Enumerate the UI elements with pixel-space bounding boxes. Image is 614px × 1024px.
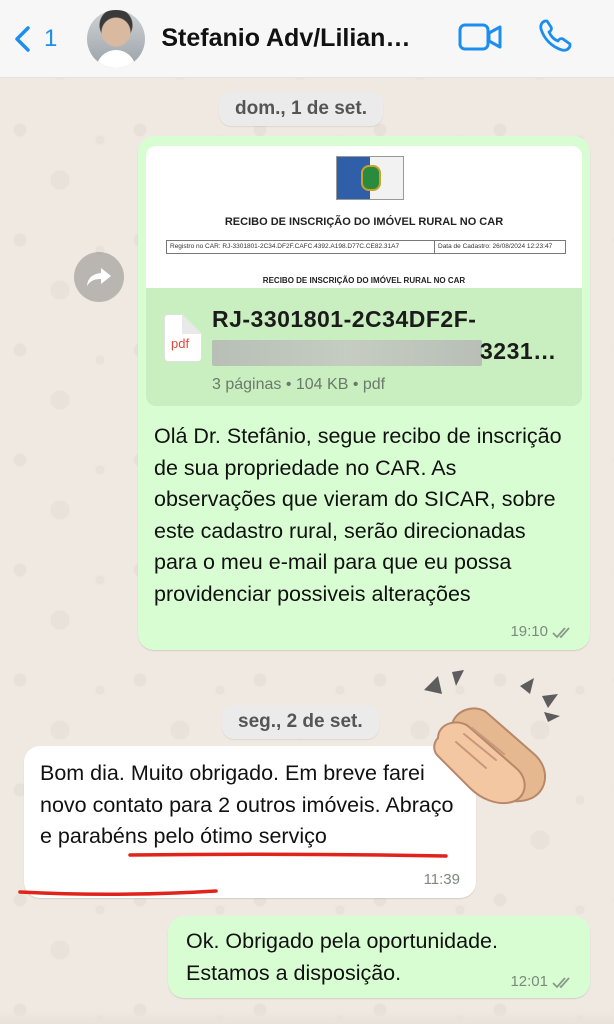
double-check-icon [552,976,570,988]
message-timestamp: 11:39 [423,871,460,888]
file-name-line1: RJ-3301801-2C34DF2F- [212,306,477,332]
message-timestamp: 19:10 [510,623,548,640]
message-bubble-outgoing[interactable]: RECIBO DE INSCRIÇÃO DO IMÓVEL RURAL NO C… [138,136,590,650]
file-meta: 3 páginas • 104 KB • pdf [212,376,386,393]
message-text: Olá Dr. Stefânio, segue recibo de inscri… [154,424,562,606]
contact-name[interactable]: Stefanio Adv/Lilian… [161,24,426,53]
date-cell: Data de Cadastro: 26/08/2024 12:23:47 [438,243,553,250]
document-preview-title: RECIBO DE INSCRIÇÃO DO IMÓVEL RURAL NO C… [224,216,504,228]
forward-button[interactable] [74,252,124,302]
unread-count: 1 [44,24,58,52]
message-time: 19:10 [510,623,574,640]
video-call-icon[interactable] [458,22,502,52]
double-check-icon [552,626,570,638]
document-preview-subtitle: RECIBO DE INSCRIÇÃO DO IMÓVEL RURAL NO C… [262,276,466,285]
pdf-icon: pdf [164,314,202,362]
message-time: 11:39 [424,871,460,888]
forward-icon [87,268,111,286]
phone-icon[interactable] [537,18,573,54]
chat-header: 1 Stefanio Adv/Lilian… [0,0,614,78]
message-time: 12:01 [510,973,574,990]
red-underline-annotation [18,889,218,897]
message-text: Bom dia. Muito obrigado. Em breve farei … [40,761,454,848]
message-bubble-incoming[interactable]: Bom dia. Muito obrigado. Em breve farei … [24,746,476,898]
document-preview-table: Registro no CAR: RJ-3301801-2C34.DF2F.CA… [166,240,566,254]
back-button[interactable]: 1 [10,24,57,54]
file-name-line2: 3231… [480,338,557,364]
avatar[interactable] [87,9,146,68]
message-timestamp: 12:01 [510,973,548,990]
bottom-fade [0,1010,614,1024]
clapping-hands-emoji [424,670,560,804]
date-separator: seg., 2 de set. [222,705,379,739]
document-preview[interactable]: RECIBO DE INSCRIÇÃO DO IMÓVEL RURAL NO C… [146,146,582,304]
registry-cell: Registro no CAR: RJ-3301801-2C34.DF2F.CA… [167,241,435,253]
redacted-file-name [212,340,482,366]
date-separator: dom., 1 de set. [219,92,383,126]
document-attachment[interactable]: pdf RJ-3301801-2C34DF2F- 3231… 3 páginas… [146,288,582,406]
pdf-icon-label: pdf [171,336,190,351]
message-bubble-outgoing[interactable]: Ok. Obrigado pela oportunidade. Estamos … [168,916,590,998]
state-flag-image [336,156,404,200]
back-chevron-icon [15,25,30,52]
red-underline-annotation [128,852,448,858]
